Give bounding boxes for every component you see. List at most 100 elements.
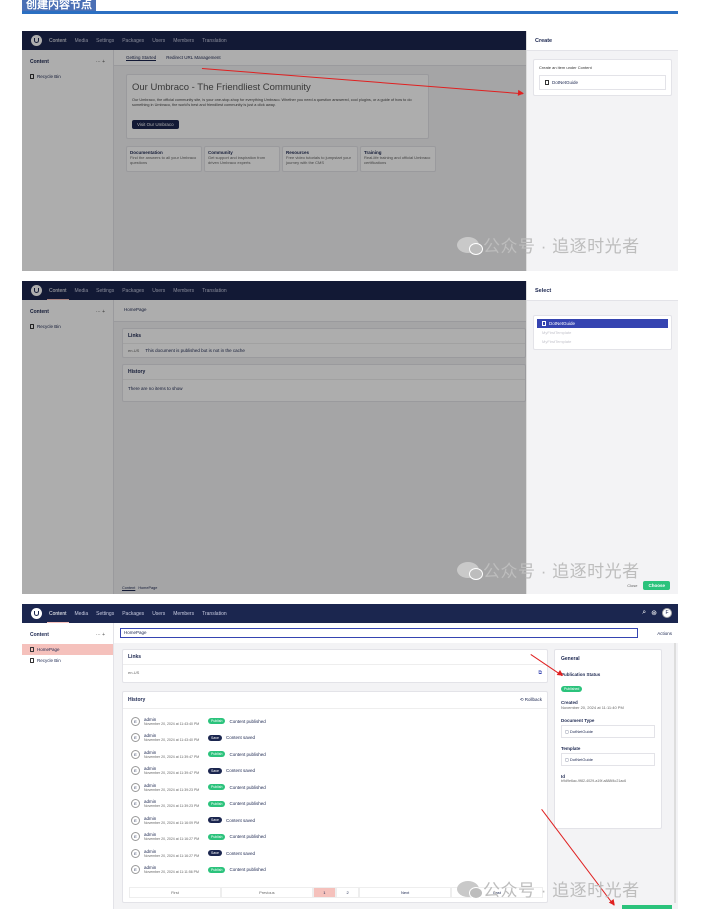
wechat-icon — [457, 561, 483, 580]
user-avatar-icon: E — [131, 848, 140, 858]
history-tag: Publish — [208, 866, 226, 873]
watermark: 公众号 · 追逐时光者 — [457, 557, 640, 582]
doctype-value[interactable]: ▢ DotNetGuide — [561, 725, 655, 738]
search-icon[interactable]: ⌕ — [642, 609, 646, 617]
create-panel-subtitle: Create an item under Content — [539, 65, 592, 70]
rollback-button[interactable]: ⟲ Rollback — [520, 697, 542, 703]
history-text: Content published — [229, 801, 266, 807]
user-avatar-icon: E — [131, 815, 140, 825]
history-text: Content published — [229, 834, 266, 840]
save-publish-button[interactable] — [622, 905, 672, 909]
links-lang[interactable]: en-US — [128, 670, 139, 676]
pager-page-1[interactable]: 1 — [312, 887, 336, 898]
watermark: 公众号 · 追逐时光者 — [457, 876, 640, 901]
tree-actions[interactable]: ··· + — [96, 632, 105, 638]
history-date: November 20, 2024 at 11:16:09 PM — [144, 820, 200, 825]
nav-packages[interactable]: Packages — [122, 611, 144, 617]
screenshot-select: Content Media Settings Packages Users Me… — [22, 281, 678, 594]
nav-users[interactable]: Users — [152, 611, 165, 617]
user-avatar-icon: E — [131, 799, 140, 809]
select-item-template-2[interactable]: MyFirstTemplate — [537, 337, 668, 346]
pager-first[interactable]: First — [129, 887, 221, 898]
actions-menu[interactable]: Actions — [657, 631, 672, 636]
history-tag: Save — [208, 734, 222, 741]
history-title: History — [128, 697, 146, 703]
history-tag: Save — [208, 850, 222, 857]
open-link-icon[interactable]: ⧉ — [538, 670, 542, 676]
history-tag: Publish — [208, 800, 226, 807]
nav-settings[interactable]: Settings — [96, 611, 114, 617]
document-icon — [542, 321, 546, 326]
wechat-icon — [457, 880, 483, 899]
history-date: November 20, 2024 at 11:39:23 PM — [144, 804, 200, 809]
history-text: Content published — [229, 784, 266, 790]
user-avatar-icon: E — [131, 766, 140, 776]
user-avatar-icon: E — [131, 832, 140, 842]
history-date: November 20, 2024 at 11:43:40 PM — [144, 738, 200, 743]
status-badge: Published — [561, 686, 583, 692]
history-row: Eadmin November 20, 2024 at 11:43:40 PM Pu… — [123, 713, 547, 730]
select-item-template-1[interactable]: MyFirstTemplate — [537, 328, 668, 337]
umbraco-logo[interactable] — [31, 608, 42, 619]
screenshot-create: Content Media Settings Packages Users Me… — [22, 31, 678, 271]
top-nav: Content Media Settings Packages Users Me… — [22, 604, 678, 624]
nav-content[interactable]: Content — [47, 611, 68, 624]
choose-button[interactable]: Choose — [643, 581, 670, 590]
status-label: Publication Status — [561, 672, 601, 677]
history-text: Content saved — [225, 817, 256, 823]
history-row: Eadmin November 20, 2024 at 11:39:23 PM Pu… — [123, 796, 547, 813]
nav-members[interactable]: Members — [173, 611, 194, 617]
content-tree: Content ··· + HomePage Recycle Bin — [22, 623, 114, 909]
user-avatar-icon: E — [131, 716, 140, 726]
user-avatar-icon: E — [131, 733, 140, 743]
history-text: Content published — [229, 718, 266, 724]
history-date: November 20, 2024 at 11:39:47 PM — [144, 754, 200, 759]
links-title: Links — [123, 650, 547, 665]
history-tag: Publish — [208, 751, 226, 758]
history-row: Eadmin November 20, 2024 at 11:39:47 PM Pu… — [123, 746, 547, 763]
history-tag: Publish — [208, 833, 226, 840]
history-date: November 20, 2024 at 11:11:56 PM — [144, 870, 199, 875]
modal-overlay — [22, 281, 526, 594]
modal-overlay — [22, 31, 526, 271]
select-panel-title: Select — [527, 281, 678, 301]
screenshot-homepage: Content Media Settings Packages Users Me… — [22, 604, 678, 909]
pager-previous[interactable]: Previous — [220, 887, 313, 898]
create-item-dotnetguide[interactable]: DotNetGuide — [539, 75, 666, 90]
node-name-input[interactable]: HomePage — [120, 628, 638, 638]
create-panel-title: Create — [527, 31, 678, 51]
tree-item-homepage[interactable]: HomePage — [22, 644, 113, 655]
pager-page-2[interactable]: 2 — [336, 887, 360, 898]
template-label: Template — [561, 746, 581, 751]
help-icon[interactable]: ⊛ — [651, 609, 657, 617]
history-text: Content saved — [225, 850, 256, 856]
section-header: 创建内容节点 — [22, 0, 678, 14]
scrollbar[interactable] — [674, 643, 676, 903]
history-text: Content saved — [225, 768, 256, 774]
nav-translation[interactable]: Translation — [202, 611, 227, 617]
wechat-icon — [457, 236, 483, 255]
history-row: Eadmin November 20, 2024 at 11:43:40 PM Sa… — [123, 730, 547, 747]
document-icon — [30, 647, 34, 652]
history-text: Content published — [229, 751, 266, 757]
general-title: General — [561, 656, 580, 662]
section-title: 创建内容节点 — [22, 0, 96, 11]
user-avatar[interactable]: F — [662, 608, 672, 618]
history-panel: History ⟲ Rollback Eadmin November 20, 20… — [122, 691, 548, 903]
tree-item-recycle-bin[interactable]: Recycle Bin — [22, 655, 113, 666]
nav-media[interactable]: Media — [75, 611, 89, 617]
history-list: Eadmin November 20, 2024 at 11:43:40 PM Pu… — [123, 709, 547, 878]
template-value[interactable]: ▢ DotNetGuide — [561, 753, 655, 766]
history-tag: Publish — [208, 718, 226, 725]
history-row: Eadmin November 20, 2024 at 11:39:47 PM Sa… — [123, 763, 547, 780]
select-item-dotnetguide[interactable]: DotNetGuide — [537, 319, 668, 328]
created-value: November 20, 2024 at 11:11:40 PM — [561, 705, 624, 710]
watermark: 公众号 · 追逐时光者 — [457, 232, 640, 257]
close-button[interactable]: Close — [627, 583, 637, 588]
history-row: Eadmin November 20, 2024 at 11:16:27 PM Pu… — [123, 829, 547, 846]
user-avatar-icon: E — [131, 782, 140, 792]
history-row: Eadmin November 20, 2024 at 11:39:23 PM Pu… — [123, 779, 547, 796]
pager-next[interactable]: Next — [359, 887, 452, 898]
select-panel: Select DotNetGuide MyFirstTemplate MyFir… — [526, 281, 678, 594]
history-date: November 20, 2024 at 11:39:47 PM — [144, 771, 200, 776]
